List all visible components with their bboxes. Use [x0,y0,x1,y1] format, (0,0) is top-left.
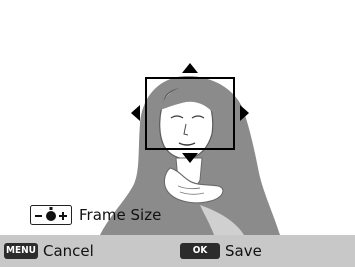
cancel-label: Cancel [43,242,94,260]
ok-key-badge: OK [180,243,220,259]
photo-preview [100,63,280,235]
frame-resize-screen: Frame Size MENU Cancel OK Save [0,0,355,267]
menu-key-badge: MENU [4,243,38,259]
arrow-up-icon [182,63,198,73]
frame-size-label: Frame Size [79,206,162,224]
bottom-softkey-bar: MENU Cancel OK Save [0,235,355,267]
save-label: Save [225,242,262,260]
arrow-left-icon [131,105,140,121]
cancel-button[interactable]: MENU Cancel [4,241,94,261]
save-button[interactable]: OK Save [180,241,262,261]
zoom-dial-icon [30,205,72,225]
frame-size-control[interactable]: Frame Size [30,205,161,225]
